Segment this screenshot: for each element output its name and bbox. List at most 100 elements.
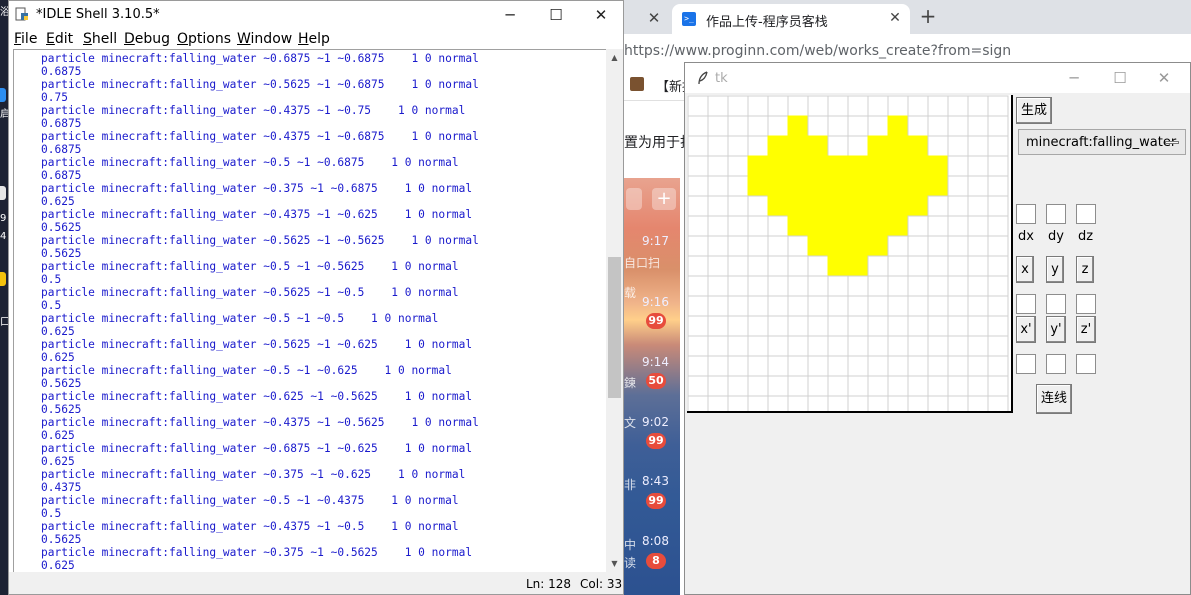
grid-cell[interactable]: [687, 95, 709, 117]
grid-cell-filled[interactable]: [787, 175, 809, 197]
grid-cell[interactable]: [887, 335, 909, 357]
grid-cell[interactable]: [927, 295, 949, 317]
maximize-button[interactable]: ☐: [533, 1, 579, 29]
grid-cell[interactable]: [687, 255, 709, 277]
minimize-button[interactable]: ─: [1051, 63, 1097, 93]
grid-cell[interactable]: [927, 135, 949, 157]
y-button[interactable]: y: [1046, 256, 1064, 283]
x-button[interactable]: x: [1016, 256, 1034, 283]
grid-cell-filled[interactable]: [887, 215, 909, 237]
grid-cell[interactable]: [847, 335, 869, 357]
grid-cell[interactable]: [767, 395, 789, 411]
grid-cell[interactable]: [907, 275, 929, 297]
grid-cell[interactable]: [947, 275, 969, 297]
grid-cell[interactable]: [687, 115, 709, 137]
grid-cell[interactable]: [767, 95, 789, 117]
grid-cell[interactable]: [967, 295, 989, 317]
grid-cell[interactable]: [727, 135, 749, 157]
grid-cell[interactable]: [987, 355, 1009, 377]
grid-cell[interactable]: [707, 395, 729, 411]
grid-cell[interactable]: [707, 235, 729, 257]
grid-cell[interactable]: [747, 215, 769, 237]
grid-cell[interactable]: [887, 375, 909, 397]
grid-cell[interactable]: [747, 395, 769, 411]
close-icon[interactable]: ✕: [644, 8, 664, 28]
grid-cell[interactable]: [947, 255, 969, 277]
grid-cell[interactable]: [987, 275, 1009, 297]
grid-cell[interactable]: [687, 355, 709, 377]
grid-cell[interactable]: [967, 255, 989, 277]
grid-cell[interactable]: [967, 375, 989, 397]
grid-cell[interactable]: [787, 375, 809, 397]
grid-cell-filled[interactable]: [867, 175, 889, 197]
grid-cell[interactable]: [747, 355, 769, 377]
grid-cell[interactable]: [847, 115, 869, 137]
grid-cell[interactable]: [767, 335, 789, 357]
grid-cell-filled[interactable]: [847, 255, 869, 277]
grid-cell[interactable]: [907, 315, 929, 337]
grid-cell[interactable]: [887, 95, 909, 117]
grid-cell[interactable]: [947, 155, 969, 177]
grid-cell[interactable]: [787, 275, 809, 297]
grid-cell-filled[interactable]: [887, 155, 909, 177]
grid-cell[interactable]: [907, 215, 929, 237]
grid-cell-filled[interactable]: [907, 155, 929, 177]
grid-cell[interactable]: [967, 355, 989, 377]
grid-cell[interactable]: [747, 295, 769, 317]
grid-cell[interactable]: [967, 175, 989, 197]
grid-cell[interactable]: [827, 115, 849, 137]
grid-cell-filled[interactable]: [787, 195, 809, 217]
grid-cell[interactable]: [807, 275, 829, 297]
grid-cell-filled[interactable]: [847, 155, 869, 177]
grid-cell[interactable]: [807, 255, 829, 277]
maximize-button[interactable]: ☐: [1097, 63, 1143, 93]
grid-cell[interactable]: [947, 215, 969, 237]
grid-cell[interactable]: [887, 275, 909, 297]
grid-cell[interactable]: [907, 375, 929, 397]
grid-cell[interactable]: [887, 355, 909, 377]
grid-cell[interactable]: [727, 355, 749, 377]
grid-cell[interactable]: [927, 95, 949, 117]
grid-cell[interactable]: [947, 375, 969, 397]
grid-cell[interactable]: [907, 115, 929, 137]
grid-cell[interactable]: [827, 375, 849, 397]
grid-cell[interactable]: [867, 375, 889, 397]
grid-cell[interactable]: [707, 155, 729, 177]
grid-cell[interactable]: [987, 315, 1009, 337]
grid-cell[interactable]: [987, 375, 1009, 397]
connect-button[interactable]: 连线: [1036, 384, 1072, 414]
entry-a[interactable]: [1016, 354, 1036, 374]
menu-window[interactable]: Window: [237, 31, 292, 47]
grid-cell[interactable]: [867, 315, 889, 337]
grid-cell[interactable]: [767, 235, 789, 257]
grid-cell[interactable]: [867, 95, 889, 117]
grid-cell[interactable]: [947, 95, 969, 117]
grid-cell[interactable]: [847, 135, 869, 157]
grid-cell-filled[interactable]: [907, 175, 929, 197]
grid-cell[interactable]: [687, 135, 709, 157]
grid-cell[interactable]: [907, 355, 929, 377]
grid-cell[interactable]: [987, 155, 1009, 177]
grid-cell[interactable]: [727, 95, 749, 117]
grid-cell[interactable]: [907, 235, 929, 257]
grid-cell[interactable]: [947, 335, 969, 357]
grid-cell[interactable]: [947, 175, 969, 197]
grid-cell[interactable]: [687, 335, 709, 357]
grid-cell-filled[interactable]: [907, 195, 929, 217]
grid-cell[interactable]: [927, 215, 949, 237]
grid-cell-filled[interactable]: [847, 235, 869, 257]
grid-cell[interactable]: [827, 395, 849, 411]
vertical-scrollbar[interactable]: ▲ ▼: [606, 49, 623, 572]
grid-cell-filled[interactable]: [787, 115, 809, 137]
menu-help[interactable]: Help: [298, 31, 330, 47]
grid-cell[interactable]: [747, 335, 769, 357]
grid-cell[interactable]: [867, 275, 889, 297]
grid-cell[interactable]: [847, 395, 869, 411]
grid-cell[interactable]: [907, 335, 929, 357]
grid-cell[interactable]: [687, 235, 709, 257]
grid-cell[interactable]: [967, 275, 989, 297]
grid-cell[interactable]: [827, 315, 849, 337]
add-button[interactable]: +: [652, 188, 676, 210]
grid-cell-filled[interactable]: [807, 215, 829, 237]
grid-cell-filled[interactable]: [827, 155, 849, 177]
